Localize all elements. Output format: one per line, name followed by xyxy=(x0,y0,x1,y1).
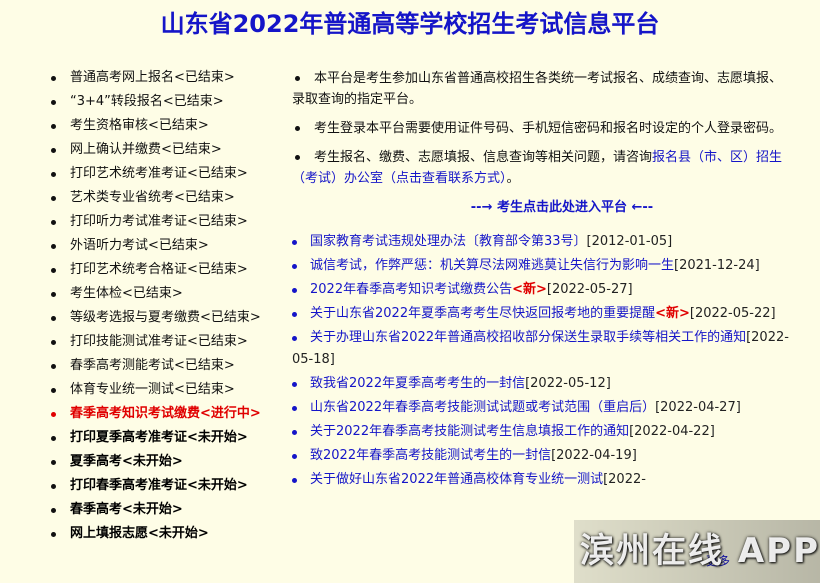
news-item[interactable]: 关于2022年春季高考技能测试考生信息填报工作的通知[2022-04-22] xyxy=(292,421,792,443)
news-list: 国家教育考试违规处理办法〔教育部令第33号〕[2012-01-05] 诚信考试，作… xyxy=(292,231,792,491)
process-item[interactable]: 考生资格审核<已结束> xyxy=(48,114,288,138)
news-date: [2022-04-27] xyxy=(655,400,741,415)
process-item[interactable]: 春季高考知识考试缴费<进行中> xyxy=(48,402,288,426)
process-item[interactable]: 体育专业统一测试<已结束> xyxy=(48,378,288,402)
news-title[interactable]: 关于办理山东省2022年普通高校招收部分保送生录取手续等相关工作的通知 xyxy=(310,330,746,345)
news-date: [2022-04-19] xyxy=(551,448,637,463)
watermark-logo: 滨州在线 APP xyxy=(574,520,820,583)
process-item[interactable]: 打印技能测试准考证<已结束> xyxy=(48,330,288,354)
news-item[interactable]: 关于办理山东省2022年普通高校招收部分保送生录取手续等相关工作的通知[2022… xyxy=(292,327,792,371)
notice-contact: 考生报名、缴费、志愿填报、信息查询等相关问题，请咨询报名县（市、区）招生（考试）… xyxy=(292,147,792,189)
news-date: [2022-05-27] xyxy=(546,282,633,297)
news-title[interactable]: 2022年春季高考知识考试缴费公告 xyxy=(310,282,512,297)
process-item[interactable]: 外语听力考试<已结束> xyxy=(48,234,288,258)
news-date: [2012-01-05] xyxy=(586,234,673,249)
news-title[interactable]: 诚信考试，作弊严惩：机关算尽法网难逃莫让失信行为影响一生 xyxy=(310,258,674,273)
news-date: [2022-05-22] xyxy=(689,306,776,321)
process-item[interactable]: 普通高考网上报名<已结束> xyxy=(48,66,288,90)
process-item[interactable]: 打印春季高考准考证<未开始> xyxy=(48,474,288,498)
news-title[interactable]: 国家教育考试违规处理办法〔教育部令第33号〕 xyxy=(310,234,587,249)
new-badge: <新> xyxy=(512,282,547,297)
news-title[interactable]: 关于2022年春季高考技能测试考生信息填报工作的通知 xyxy=(310,424,629,439)
news-item[interactable]: 关于山东省2022年夏季高考考生尽快返回报考地的重要提醒<新>[2022-05-… xyxy=(292,303,792,325)
news-title[interactable]: 关于做好山东省2022年普通高校体育专业统一测试 xyxy=(310,472,603,487)
news-item[interactable]: 山东省2022年春季高考技能测试试题或考试范围（重启后）[2022-04-27] xyxy=(292,397,792,419)
new-badge: <新> xyxy=(655,306,690,321)
news-item[interactable]: 诚信考试，作弊严惩：机关算尽法网难逃莫让失信行为影响一生[2021-12-24] xyxy=(292,255,792,277)
process-item[interactable]: 网上确认并缴费<已结束> xyxy=(48,138,288,162)
process-list: 普通高考网上报名<已结束> “3+4”转段报名<已结束> 考生资格审核<已结束> 网上… xyxy=(48,66,288,546)
process-item[interactable]: 打印听力考试准考证<已结束> xyxy=(48,210,288,234)
news-date: [2022- xyxy=(603,472,646,487)
process-item[interactable]: 夏季高考<未开始> xyxy=(48,450,288,474)
news-item[interactable]: 国家教育考试违规处理办法〔教育部令第33号〕[2012-01-05] xyxy=(292,231,792,253)
process-item[interactable]: 等级考选报与夏考缴费<已结束> xyxy=(48,306,288,330)
notice-login: 考生登录本平台需要使用证件号码、手机短信密码和报名时设定的个人登录密码。 xyxy=(292,118,792,139)
news-item[interactable]: 2022年春季高考知识考试缴费公告<新>[2022-05-27] xyxy=(292,279,792,301)
process-item[interactable]: 网上填报志愿<未开始> xyxy=(48,522,288,546)
news-title[interactable]: 关于山东省2022年夏季高考考生尽快返回报考地的重要提醒 xyxy=(310,306,655,321)
news-item[interactable]: 关于做好山东省2022年普通高校体育专业统一测试[2022- xyxy=(292,469,792,491)
news-date: [2021-12-24] xyxy=(674,258,760,273)
process-item[interactable]: 考生体检<已结束> xyxy=(48,282,288,306)
process-item[interactable]: 春季高考<未开始> xyxy=(48,498,288,522)
process-item[interactable]: 打印艺术统考准考证<已结束> xyxy=(48,162,288,186)
process-item[interactable]: 打印艺术统考合格证<已结束> xyxy=(48,258,288,282)
process-item[interactable]: 艺术类专业省统考<已结束> xyxy=(48,186,288,210)
news-item[interactable]: 致我省2022年夏季高考考生的一封信[2022-05-12] xyxy=(292,373,792,395)
page-title: 山东省2022年普通高等学校招生考试信息平台 xyxy=(160,10,660,38)
enter-platform-link[interactable]: --→ 考生点击此处进入平台 ←-- xyxy=(292,197,792,219)
process-item[interactable]: 打印夏季高考准考证<未开始> xyxy=(48,426,288,450)
process-item[interactable]: “3+4”转段报名<已结束> xyxy=(48,90,288,114)
process-item[interactable]: 春季高考测能考试<已结束> xyxy=(48,354,288,378)
news-title[interactable]: 致2022年春季高考技能测试考生的一封信 xyxy=(310,448,551,463)
news-title[interactable]: 致我省2022年夏季高考考生的一封信 xyxy=(310,376,525,391)
news-item[interactable]: 致2022年春季高考技能测试考生的一封信[2022-04-19] xyxy=(292,445,792,467)
notice-platform: 本平台是考生参加山东省普通高校招生各类统一考试报名、成绩查询、志愿填报、录取查询… xyxy=(292,68,792,110)
info-panel: 本平台是考生参加山东省普通高校招生各类统一考试报名、成绩查询、志愿填报、录取查询… xyxy=(292,68,792,493)
news-date: [2022-05-12] xyxy=(525,376,611,391)
news-title[interactable]: 山东省2022年春季高考技能测试试题或考试范围（重启后） xyxy=(310,400,655,415)
news-date: [2022-04-22] xyxy=(629,424,715,439)
